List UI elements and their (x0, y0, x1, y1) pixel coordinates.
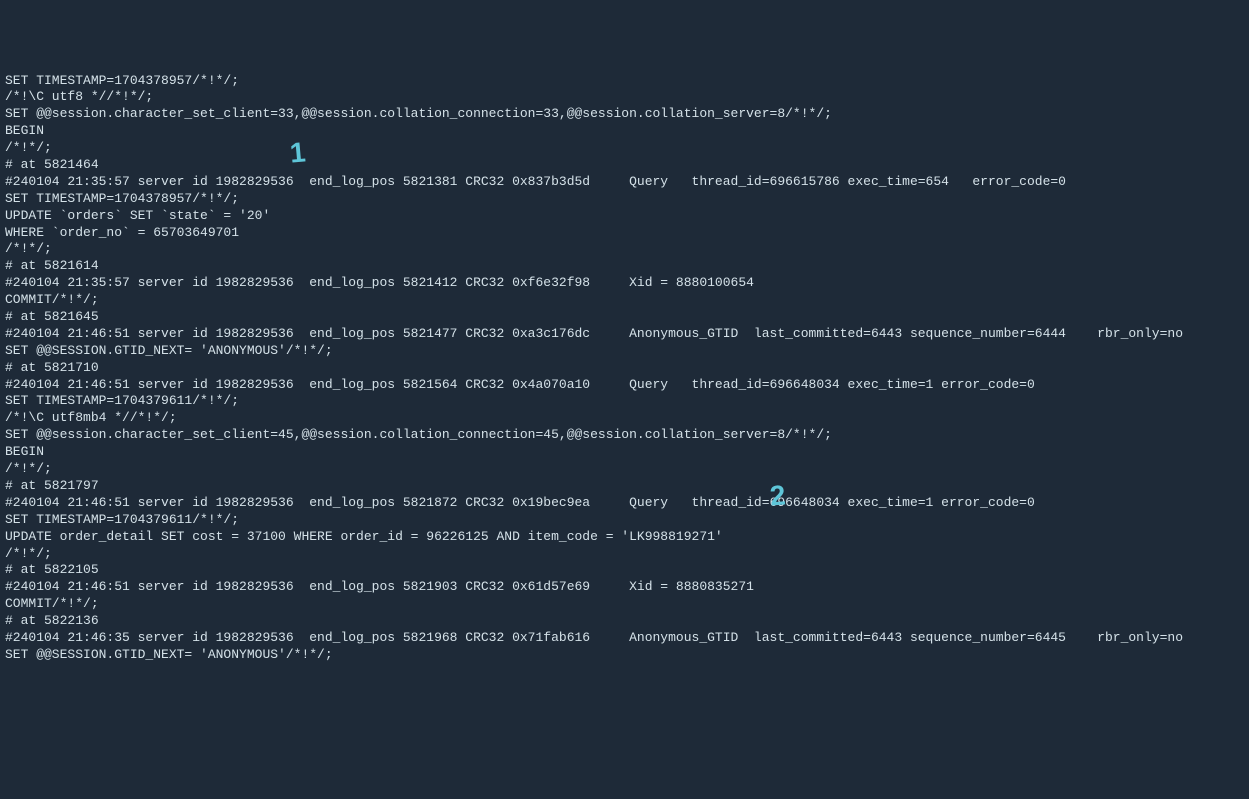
log-line: UPDATE `orders` SET `state` = '20' (5, 208, 1244, 225)
log-line: /*!*/; (5, 241, 1244, 258)
log-line: /*!\C utf8mb4 *//*!*/; (5, 410, 1244, 427)
log-line: /*!*/; (5, 461, 1244, 478)
log-line: SET TIMESTAMP=1704379611/*!*/; (5, 393, 1244, 410)
log-line: #240104 21:35:57 server id 1982829536 en… (5, 275, 1244, 292)
log-line: SET TIMESTAMP=1704378957/*!*/; (5, 191, 1244, 208)
log-line: #240104 21:35:57 server id 1982829536 en… (5, 174, 1244, 191)
log-line: #240104 21:46:51 server id 1982829536 en… (5, 495, 1244, 512)
handwritten-annotation-1: 1 (288, 134, 307, 172)
log-line: #240104 21:46:51 server id 1982829536 en… (5, 326, 1244, 343)
log-line: BEGIN (5, 444, 1244, 461)
log-line: # at 5822105 (5, 562, 1244, 579)
log-line: # at 5821464 (5, 157, 1244, 174)
log-line: #240104 21:46:51 server id 1982829536 en… (5, 377, 1244, 394)
log-line: /*!*/; (5, 140, 1244, 157)
log-line: # at 5821645 (5, 309, 1244, 326)
log-line: UPDATE order_detail SET cost = 37100 WHE… (5, 529, 1244, 546)
log-line: # at 5822136 (5, 613, 1244, 630)
log-line: WHERE `order_no` = 65703649701 (5, 225, 1244, 242)
terminal-output: SET TIMESTAMP=1704378957/*!*/;/*!\C utf8… (5, 73, 1244, 664)
log-line: COMMIT/*!*/; (5, 292, 1244, 309)
log-line: /*!*/; (5, 546, 1244, 563)
log-line: SET @@SESSION.GTID_NEXT= 'ANONYMOUS'/*!*… (5, 343, 1244, 360)
log-line: SET @@session.character_set_client=33,@@… (5, 106, 1244, 123)
log-line: SET @@session.character_set_client=45,@@… (5, 427, 1244, 444)
log-line: # at 5821710 (5, 360, 1244, 377)
log-line: # at 5821614 (5, 258, 1244, 275)
log-line: #240104 21:46:51 server id 1982829536 en… (5, 579, 1244, 596)
handwritten-annotation-2: 2 (768, 477, 787, 515)
log-line: # at 5821797 (5, 478, 1244, 495)
log-line: SET @@SESSION.GTID_NEXT= 'ANONYMOUS'/*!*… (5, 647, 1244, 664)
log-line: BEGIN (5, 123, 1244, 140)
log-line: /*!\C utf8 *//*!*/; (5, 89, 1244, 106)
log-line: SET TIMESTAMP=1704379611/*!*/; (5, 512, 1244, 529)
log-line: #240104 21:46:35 server id 1982829536 en… (5, 630, 1244, 647)
log-line: SET TIMESTAMP=1704378957/*!*/; (5, 73, 1244, 90)
